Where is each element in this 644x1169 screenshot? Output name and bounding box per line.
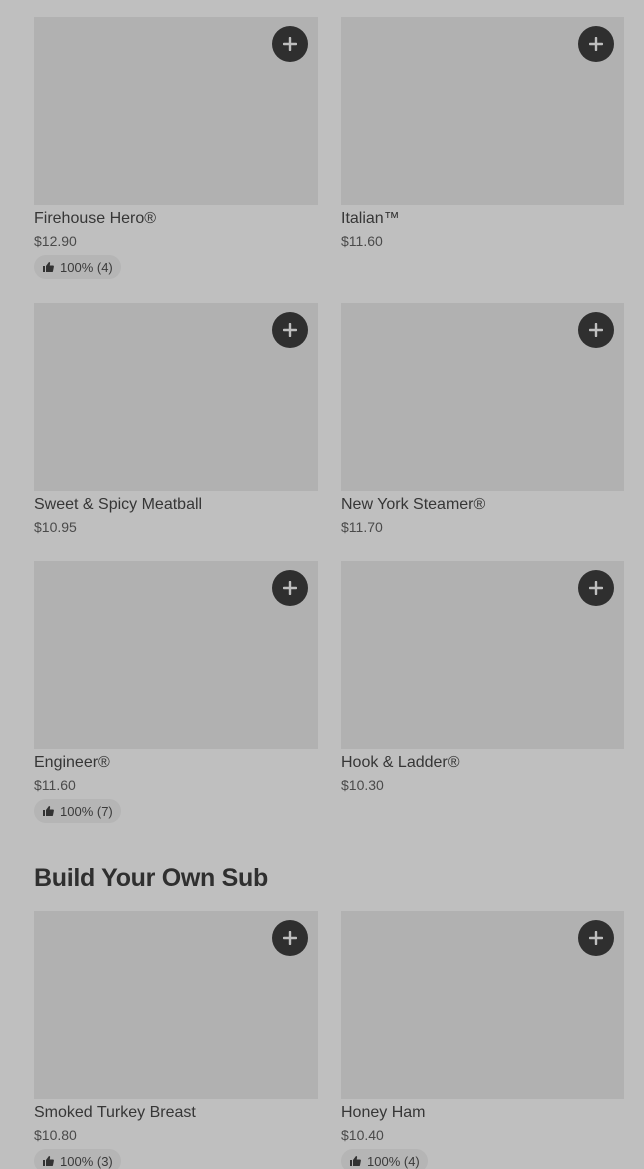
plus-icon <box>589 323 603 337</box>
plus-icon <box>589 931 603 945</box>
add-to-cart-button[interactable] <box>578 26 614 62</box>
plus-icon <box>589 37 603 51</box>
menu-item-card[interactable]: Smoked Turkey Breast $10.80 100% (3) <box>34 911 318 1169</box>
add-to-cart-button[interactable] <box>578 570 614 606</box>
thumbs-up-icon <box>43 806 54 816</box>
plus-icon <box>589 581 603 595</box>
item-image[interactable] <box>34 17 318 205</box>
rating-badge: 100% (3) <box>34 1149 121 1169</box>
item-name: Sweet & Spicy Meatball <box>34 496 203 513</box>
add-to-cart-button[interactable] <box>272 920 308 956</box>
item-price: $10.95 <box>34 519 77 535</box>
rating-badge: 100% (7) <box>34 799 121 823</box>
item-image[interactable] <box>34 561 318 749</box>
add-to-cart-button[interactable] <box>272 26 308 62</box>
thumbs-up-icon <box>43 262 54 272</box>
item-image[interactable] <box>341 17 624 205</box>
item-name: Engineer® <box>34 754 110 771</box>
item-price: $10.80 <box>34 1127 77 1143</box>
item-price: $11.60 <box>34 777 76 793</box>
menu-grid-row-1: Firehouse Hero® $12.90 100% (4) Italian™… <box>34 17 624 279</box>
menu-item-card[interactable]: Hook & Ladder® $10.30 <box>341 561 624 823</box>
menu-item-card[interactable]: Sweet & Spicy Meatball $10.95 <box>34 303 318 536</box>
menu-item-card[interactable]: New York Steamer® $11.70 <box>341 303 624 536</box>
item-name: Firehouse Hero® <box>34 210 157 227</box>
add-to-cart-button[interactable] <box>272 312 308 348</box>
rating-text: 100% (7) <box>60 803 113 819</box>
rating-text: 100% (4) <box>367 1153 420 1169</box>
plus-icon <box>283 931 297 945</box>
item-price: $11.60 <box>341 233 383 249</box>
item-price: $10.30 <box>341 777 384 793</box>
add-to-cart-button[interactable] <box>578 312 614 348</box>
item-price: $10.40 <box>341 1127 384 1143</box>
item-price: $12.90 <box>34 233 77 249</box>
rating-badge: 100% (4) <box>341 1149 428 1169</box>
menu-grid-row-2: Sweet & Spicy Meatball $10.95 New York S… <box>34 303 624 536</box>
item-image[interactable] <box>341 561 624 749</box>
section-title: Build Your Own Sub <box>34 864 268 892</box>
menu-item-card[interactable]: Honey Ham $10.40 100% (4) <box>341 911 624 1169</box>
menu-page: Firehouse Hero® $12.90 100% (4) Italian™… <box>0 0 644 1169</box>
plus-icon <box>283 323 297 337</box>
item-image[interactable] <box>341 911 624 1099</box>
item-name: Italian™ <box>341 210 400 227</box>
add-to-cart-button[interactable] <box>578 920 614 956</box>
item-image[interactable] <box>34 303 318 491</box>
item-image[interactable] <box>341 303 624 491</box>
menu-grid-row-3: Engineer® $11.60 100% (7) Hook & Ladder®… <box>34 561 624 823</box>
add-to-cart-button[interactable] <box>272 570 308 606</box>
item-price: $11.70 <box>341 519 383 535</box>
thumbs-up-icon <box>43 1156 54 1166</box>
item-name: Hook & Ladder® <box>341 754 460 771</box>
rating-text: 100% (3) <box>60 1153 113 1169</box>
item-image[interactable] <box>34 911 318 1099</box>
menu-item-card[interactable]: Firehouse Hero® $12.90 100% (4) <box>34 17 318 279</box>
rating-badge: 100% (4) <box>34 255 121 279</box>
item-name: Honey Ham <box>341 1104 426 1121</box>
plus-icon <box>283 581 297 595</box>
build-your-own-grid: Smoked Turkey Breast $10.80 100% (3) Hon… <box>34 911 624 1169</box>
plus-icon <box>283 37 297 51</box>
thumbs-up-icon <box>350 1156 361 1166</box>
item-name: New York Steamer® <box>341 496 486 513</box>
menu-item-card[interactable]: Italian™ $11.60 <box>341 17 624 279</box>
item-name: Smoked Turkey Breast <box>34 1104 196 1121</box>
menu-item-card[interactable]: Engineer® $11.60 100% (7) <box>34 561 318 823</box>
rating-text: 100% (4) <box>60 259 113 275</box>
